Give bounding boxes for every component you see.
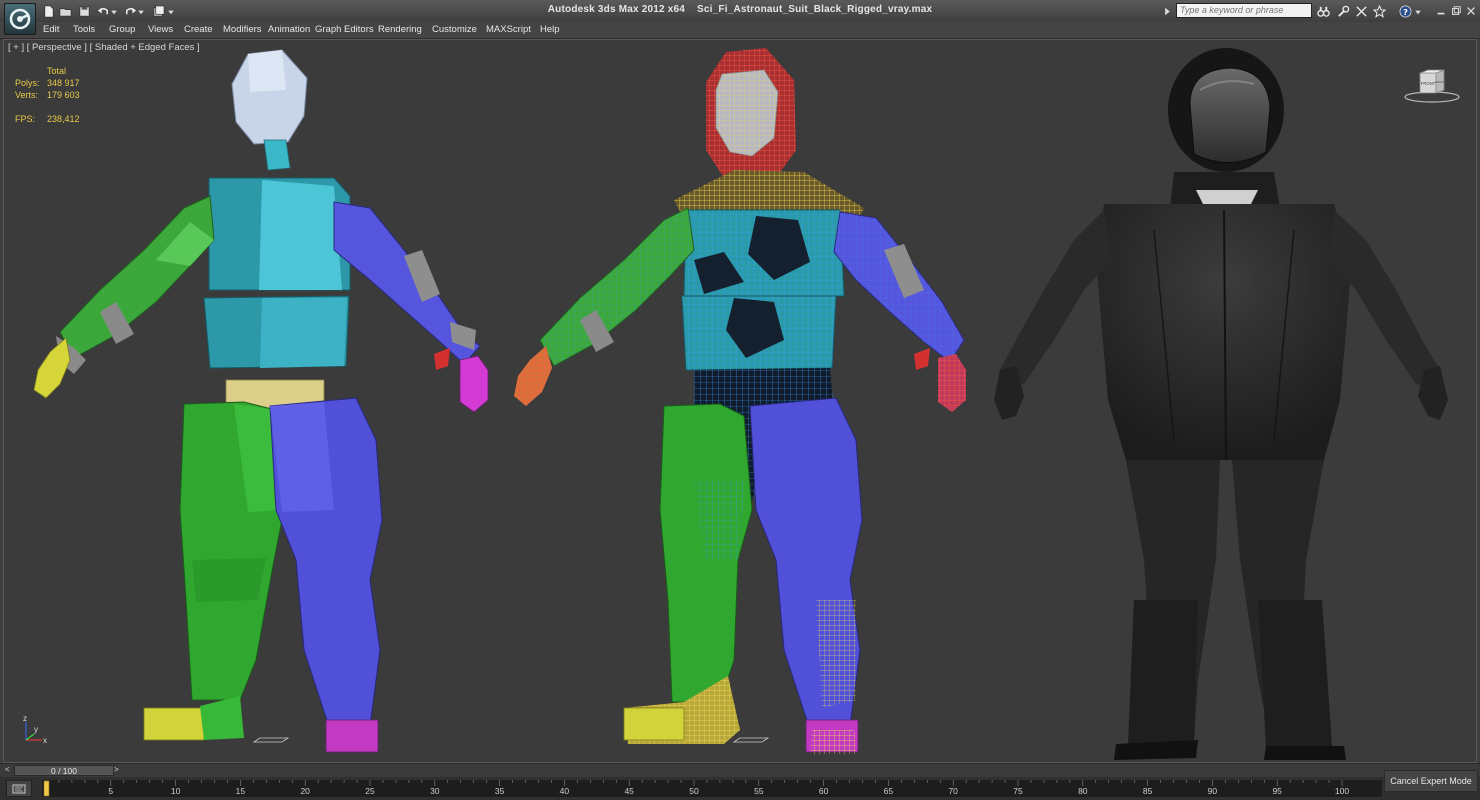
viewcube[interactable]: FRONT RIGHT bbox=[1402, 66, 1462, 106]
timeline-tick-label: 50 bbox=[689, 786, 699, 796]
stats-header: Total bbox=[47, 66, 67, 76]
timeline-tick-label: 75 bbox=[1013, 786, 1023, 796]
key-icon[interactable] bbox=[6, 780, 32, 797]
verts-value: 179 603 bbox=[47, 90, 80, 100]
timeline-tick-label: 45 bbox=[624, 786, 634, 796]
menu-group[interactable]: Group bbox=[109, 24, 135, 35]
timeline-tick-label: 15 bbox=[236, 786, 246, 796]
polys-label: Polys: bbox=[15, 78, 40, 88]
menu-rendering[interactable]: Rendering bbox=[378, 24, 422, 35]
timeline-tick-label: 10 bbox=[171, 786, 181, 796]
track-bar: 5 10 15 20 25 30 35 40 45 50 55 60 65 70 75 80 85 90 95 100 bbox=[0, 777, 1480, 800]
timeline-tick-label: 40 bbox=[560, 786, 570, 796]
menu-customize[interactable]: Customize bbox=[432, 24, 477, 35]
menu-modifiers[interactable]: Modifiers bbox=[223, 24, 262, 35]
timeline-tick-label: 5 bbox=[108, 786, 113, 796]
axis-label-z: z bbox=[23, 714, 27, 723]
menu-maxscript[interactable]: MAXScript bbox=[486, 24, 531, 35]
binoculars-icon[interactable] bbox=[1316, 4, 1330, 18]
rig-proxy-model[interactable] bbox=[33, 49, 489, 753]
axis-label-y: y bbox=[34, 725, 38, 734]
time-slider-bar: < 0 / 100 > bbox=[0, 763, 1480, 778]
timeline-tick-label: 90 bbox=[1208, 786, 1218, 796]
timeline-tick-label: 65 bbox=[884, 786, 894, 796]
minimize-icon[interactable] bbox=[1434, 4, 1448, 18]
rig-wireframe-model[interactable] bbox=[514, 48, 966, 754]
timeline-tick-label: 20 bbox=[300, 786, 310, 796]
close-icon[interactable] bbox=[1464, 4, 1478, 18]
help-dropdown-icon[interactable] bbox=[1414, 4, 1422, 18]
timeline-tick-label: 100 bbox=[1335, 786, 1349, 796]
timeline-tick-label: 80 bbox=[1078, 786, 1088, 796]
timeline-tick-label: 25 bbox=[365, 786, 375, 796]
time-prev-button[interactable]: < bbox=[5, 765, 10, 774]
star-icon[interactable] bbox=[1372, 4, 1386, 18]
help-icon[interactable]: ? bbox=[1398, 4, 1412, 18]
search-input[interactable] bbox=[1176, 3, 1312, 18]
timeline-tick-label: 70 bbox=[948, 786, 958, 796]
search-expand-icon[interactable] bbox=[1162, 4, 1172, 18]
axis-label-x: x bbox=[43, 736, 47, 745]
menu-edit[interactable]: Edit bbox=[43, 24, 59, 35]
viewcube-front-label: FRONT bbox=[1421, 81, 1436, 86]
restore-icon[interactable] bbox=[1449, 4, 1463, 18]
menu-help[interactable]: Help bbox=[540, 24, 560, 35]
perspective-viewport[interactable]: z x y [ + ] [ Perspective ] [ Shaded + E… bbox=[3, 39, 1477, 763]
timeline-tick-label: 35 bbox=[495, 786, 505, 796]
timeline-tick-label: 55 bbox=[754, 786, 764, 796]
menu-bar: Edit Tools Group Views Create Modifiers … bbox=[0, 22, 1480, 39]
menu-views[interactable]: Views bbox=[148, 24, 173, 35]
app-logo-icon[interactable] bbox=[4, 3, 36, 35]
fps-value: 238,412 bbox=[47, 114, 80, 124]
rendered-suit-model[interactable] bbox=[994, 48, 1448, 760]
menu-graph-editors[interactable]: Graph Editors bbox=[315, 24, 374, 35]
fps-label: FPS: bbox=[15, 114, 36, 124]
cancel-expert-mode-button[interactable]: Cancel Expert Mode bbox=[1384, 770, 1478, 792]
polys-value: 348 917 bbox=[47, 78, 80, 88]
track-ticks: 5 10 15 20 25 30 35 40 45 50 55 60 65 70 75 80 85 90 95 100 bbox=[43, 780, 1349, 797]
timeline-tick-label: 30 bbox=[430, 786, 440, 796]
timeline-tick-label: 95 bbox=[1272, 786, 1282, 796]
current-frame-marker bbox=[43, 780, 50, 797]
svg-text:?: ? bbox=[1403, 6, 1408, 16]
communication-icon[interactable] bbox=[1354, 4, 1368, 18]
menu-animation[interactable]: Animation bbox=[268, 24, 310, 35]
timeline-tick-label: 60 bbox=[819, 786, 829, 796]
verts-label: Verts: bbox=[15, 90, 39, 100]
title-bar: Autodesk 3ds Max 2012 x64 Sci_Fi_Astronau… bbox=[0, 0, 1480, 23]
app-name: Autodesk 3ds Max 2012 x64 bbox=[547, 4, 686, 15]
timeline-tick-label: 85 bbox=[1143, 786, 1153, 796]
menu-create[interactable]: Create bbox=[184, 24, 213, 35]
viewcube-right-label: RIGHT bbox=[1435, 80, 1445, 84]
scene-render: z x y bbox=[23, 48, 1448, 760]
wrench-icon[interactable] bbox=[1336, 4, 1350, 18]
file-name: Sci_Fi_Astronaut_Suit_Black_Rigged_vray.… bbox=[697, 4, 933, 15]
menu-tools[interactable]: Tools bbox=[73, 24, 95, 35]
time-slider-thumb[interactable]: 0 / 100 bbox=[14, 765, 114, 776]
time-next-button[interactable]: > bbox=[114, 765, 119, 774]
viewport-label[interactable]: [ + ] [ Perspective ] [ Shaded + Edged F… bbox=[8, 42, 200, 53]
